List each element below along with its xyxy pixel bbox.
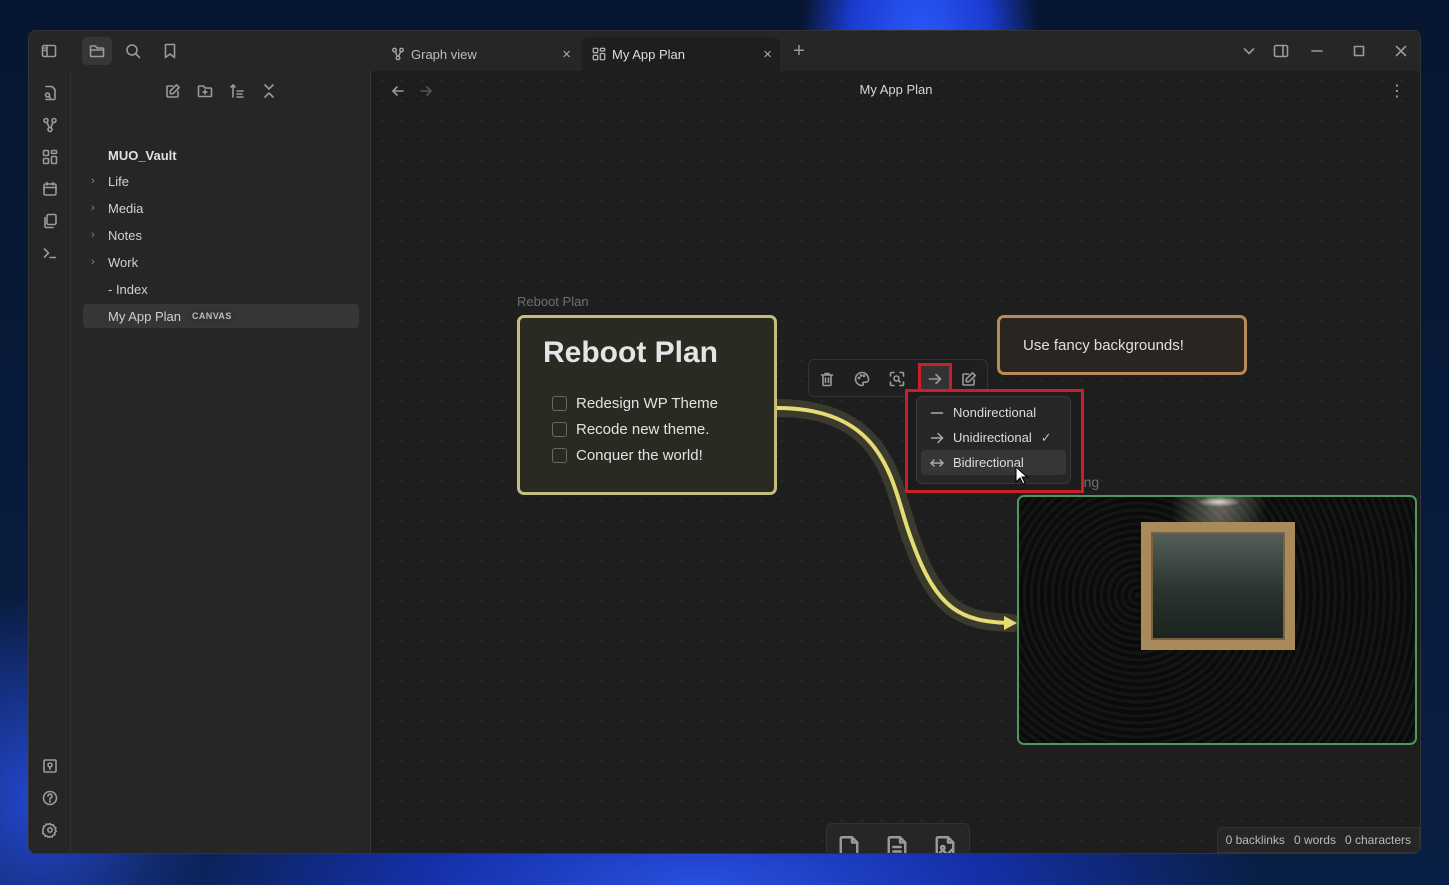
- palette-icon[interactable]: [848, 365, 876, 393]
- search-icon[interactable]: [119, 37, 147, 65]
- group-label: Reboot Plan: [517, 294, 589, 309]
- file-type-badge: CANVAS: [187, 309, 237, 323]
- mouse-cursor-icon: [1015, 466, 1029, 485]
- help-icon[interactable]: [36, 784, 64, 812]
- picture-frame: [1141, 522, 1295, 650]
- tab-label: My App Plan: [612, 46, 685, 62]
- canvas-view[interactable]: My App Plan ⋮ Reboot Plan Reboot Plan Re…: [372, 71, 1420, 853]
- menu-item-label: Bidirectional: [953, 455, 1024, 470]
- art-frame-image[interactable]: [1017, 495, 1417, 745]
- card-heading: Reboot Plan: [543, 336, 719, 369]
- new-note-icon[interactable]: [161, 79, 185, 103]
- fancy-backgrounds-card[interactable]: Use fancy backgrounds!: [997, 315, 1247, 375]
- line-icon: [929, 405, 945, 421]
- canvas-icon[interactable]: [36, 143, 64, 171]
- folder-label: Work: [108, 254, 139, 270]
- direction-menu: Nondirectional Unidirectional ✓ Bidirect…: [916, 396, 1071, 484]
- collapse-all-icon[interactable]: [257, 79, 281, 103]
- folder-label: Life: [108, 173, 129, 189]
- files-tab-icon[interactable]: [82, 37, 112, 65]
- direction-menu-highlight: Nondirectional Unidirectional ✓ Bidirect…: [905, 389, 1084, 493]
- minimize-icon[interactable]: [1305, 39, 1329, 63]
- task-checkbox[interactable]: [552, 395, 567, 411]
- chevron-right-icon: ›: [91, 202, 95, 214]
- menu-item-nondirectional[interactable]: Nondirectional: [921, 400, 1066, 425]
- add-card-icon[interactable]: [833, 831, 865, 853]
- more-options-icon[interactable]: ⋮: [1385, 79, 1409, 103]
- add-node-toolbar: [826, 823, 970, 853]
- menu-item-label: Nondirectional: [953, 405, 1037, 420]
- trash-icon[interactable]: [813, 365, 841, 393]
- menu-item-label: Unidirectional: [953, 430, 1032, 445]
- terminal-icon[interactable]: [36, 239, 64, 267]
- sort-icon[interactable]: [225, 79, 249, 103]
- quick-switcher-icon[interactable]: [36, 79, 64, 107]
- close-window-icon[interactable]: [1389, 39, 1413, 63]
- add-media-icon[interactable]: [929, 831, 961, 853]
- tree-folder-work[interactable]: › Work: [83, 250, 359, 274]
- menu-item-unidirectional[interactable]: Unidirectional ✓: [921, 425, 1066, 450]
- chevron-right-icon: ›: [91, 229, 95, 241]
- tree-folder-media[interactable]: › Media: [83, 196, 359, 220]
- title-bar: Graph view × My App Plan × +: [29, 31, 1420, 71]
- add-note-icon[interactable]: [881, 831, 913, 853]
- task-checkbox[interactable]: [552, 447, 567, 463]
- arrow-both-icon: [929, 455, 945, 471]
- new-tab-button[interactable]: +: [787, 39, 811, 63]
- file-explorer: MUO_Vault › Life › Media › Notes › Work - In…: [71, 71, 371, 853]
- task-item: Redesign WP Theme: [552, 390, 718, 416]
- calendar-icon[interactable]: [36, 175, 64, 203]
- tab-list-chevron-icon[interactable]: [1237, 39, 1261, 63]
- card-text: Use fancy backgrounds!: [1023, 336, 1184, 354]
- tab-label: Graph view: [411, 46, 477, 62]
- maximize-icon[interactable]: [1347, 39, 1371, 63]
- reboot-plan-card[interactable]: Reboot Plan Redesign WP Theme Recode new…: [517, 315, 777, 495]
- tree-folder-notes[interactable]: › Notes: [83, 223, 359, 247]
- task-label: Recode new theme.: [576, 420, 710, 438]
- character-count: 0 characters: [1344, 833, 1411, 847]
- tree-file-index[interactable]: - Index: [83, 277, 359, 301]
- graph-icon: [391, 47, 405, 61]
- status-bar: 0 backlinks 0 words 0 characters: [1216, 827, 1420, 853]
- ribbon: [29, 71, 71, 853]
- task-checkbox[interactable]: [552, 421, 567, 437]
- arrow-right-icon: [929, 430, 945, 446]
- close-tab-icon[interactable]: ×: [562, 46, 571, 63]
- task-item: Recode new theme.: [552, 416, 718, 442]
- file-label: - Index: [108, 281, 148, 297]
- chevron-right-icon: ›: [91, 256, 95, 268]
- tree-folder-life[interactable]: › Life: [83, 169, 359, 193]
- checkmark-icon: ✓: [1040, 429, 1052, 445]
- task-label: Redesign WP Theme: [576, 394, 719, 412]
- bookmark-icon[interactable]: [156, 37, 184, 65]
- canvas-icon: [592, 47, 606, 61]
- task-item: Conquer the world!: [552, 442, 718, 468]
- new-folder-icon[interactable]: [193, 79, 217, 103]
- task-list: Redesign WP Theme Recode new theme. Conq…: [552, 390, 718, 468]
- toggle-right-sidebar-icon[interactable]: [1269, 39, 1293, 63]
- vault-name: MUO_Vault: [108, 148, 177, 163]
- templates-icon[interactable]: [36, 207, 64, 235]
- toggle-sidebar-icon[interactable]: [35, 37, 63, 65]
- tree-file-my-app-plan[interactable]: My App Plan CANVAS: [83, 304, 359, 328]
- word-count: 0 words: [1293, 833, 1336, 847]
- file-label: My App Plan: [108, 308, 181, 324]
- spotlight: [1197, 497, 1241, 507]
- tab-my-app-plan[interactable]: My App Plan ×: [582, 37, 780, 71]
- menu-item-bidirectional[interactable]: Bidirectional: [921, 450, 1066, 475]
- task-label: Conquer the world!: [576, 446, 703, 464]
- close-tab-icon[interactable]: ×: [763, 46, 772, 63]
- folder-label: Notes: [108, 227, 142, 243]
- backlinks-count[interactable]: 0 backlinks: [1226, 833, 1285, 847]
- vault-icon[interactable]: [36, 752, 64, 780]
- view-title: My App Plan: [859, 82, 933, 97]
- tab-graph-view[interactable]: Graph view ×: [381, 37, 579, 71]
- edge-arrowhead: [1004, 616, 1017, 630]
- obsidian-window: Graph view × My App Plan × + MUO_Vault ›…: [28, 30, 1421, 854]
- chevron-right-icon: ›: [91, 175, 95, 187]
- folder-label: Media: [108, 200, 144, 216]
- graph-icon[interactable]: [36, 111, 64, 139]
- settings-icon[interactable]: [36, 816, 64, 844]
